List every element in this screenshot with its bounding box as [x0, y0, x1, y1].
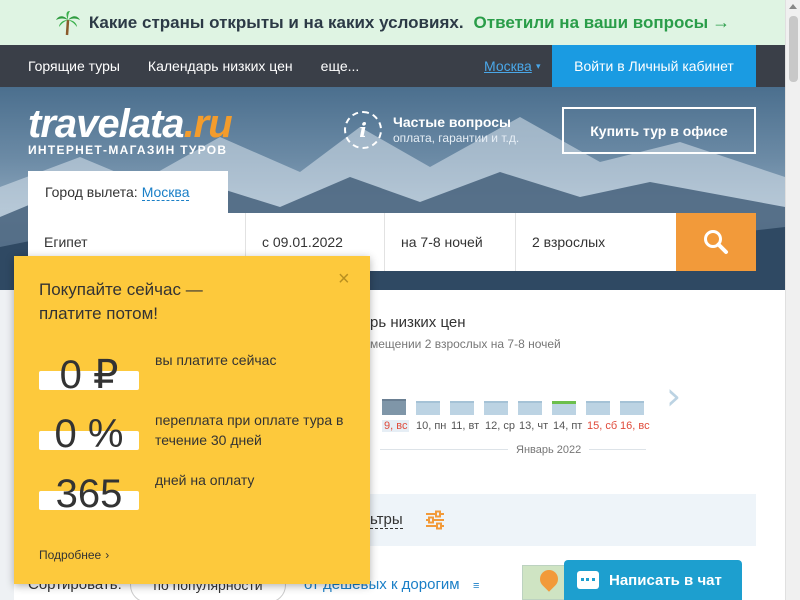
filters-toggle[interactable]: ьтры [370, 511, 403, 529]
amount-description: переплата при оплате тура в течение 30 д… [155, 412, 344, 448]
calendar-day[interactable]: 11, вт [451, 420, 479, 432]
amount-description: дней на оплату [155, 472, 255, 488]
buy-in-office-button[interactable]: Купить тур в офисе [562, 107, 756, 154]
scrollbar[interactable] [785, 0, 800, 600]
calendar-subtitle: мещении 2 взрослых на 7-8 ночей [370, 337, 561, 351]
calendar-bar[interactable] [620, 401, 644, 415]
top-nav: Горящие туры Календарь низких цен еще...… [0, 45, 785, 87]
logo-text: travelata [28, 102, 185, 146]
departure-city-link[interactable]: Москва [141, 184, 190, 201]
nights-field[interactable]: на 7-8 ночей [385, 213, 516, 271]
arrow-right-icon: → [712, 12, 731, 32]
promo-text: Какие страны открыты и на каких условиях… [88, 12, 464, 32]
chat-label: Написать в чат [609, 571, 722, 589]
chat-icon [577, 571, 599, 589]
site-logo[interactable]: travelata.ru [28, 102, 233, 147]
amount-description: вы платите сейчас [155, 352, 277, 368]
nav-item-more[interactable]: еще... [321, 58, 360, 74]
calendar-bar[interactable] [450, 401, 474, 415]
calendar-day[interactable]: 15, сб [587, 420, 617, 432]
calendar-bars [380, 399, 650, 421]
calendar-day[interactable]: 13, чт [519, 420, 548, 432]
calendar-bar[interactable] [416, 401, 440, 415]
chevron-down-icon[interactable]: ▾ [536, 61, 541, 72]
more-link[interactable]: Подробнее › [39, 548, 109, 562]
calendar-day[interactable]: 16, вс [620, 420, 650, 432]
departure-label: Город вылета: [45, 184, 138, 200]
logo-tagline: ИНТЕРНЕТ-МАГАЗИН ТУРОВ [28, 143, 228, 157]
calendar-day[interactable]: 10, пн [416, 420, 446, 432]
promo-link[interactable]: Ответили на ваши вопросы [474, 13, 709, 33]
faq-subtitle: оплата, гарантии и т.д. [393, 131, 520, 145]
search-icon [704, 230, 728, 254]
city-selector[interactable]: Москва [484, 58, 532, 74]
calendar-bar[interactable] [382, 399, 406, 415]
popup-title: Покупайте сейчас — платите потом! [39, 280, 203, 323]
amount-value: 365 [55, 472, 123, 516]
chat-button[interactable]: Написать в чат [564, 560, 742, 600]
close-icon[interactable]: × [338, 268, 350, 291]
amount-value: 0 ₽ [59, 353, 119, 397]
logo-tld: .ru [183, 102, 233, 146]
scrollbar-thumb[interactable] [789, 16, 798, 82]
calendar-next-icon[interactable]: › [666, 376, 688, 416]
chevron-right-icon: › [105, 548, 110, 562]
more-label: Подробнее [39, 548, 102, 562]
info-icon[interactable]: i [344, 111, 382, 149]
palm-tree-icon [55, 10, 80, 35]
calendar-bar[interactable] [552, 401, 576, 415]
calendar-month: Январь 2022 [508, 444, 590, 456]
faq-title[interactable]: Частые вопросы [393, 114, 511, 130]
nav-item-hot-tours[interactable]: Горящие туры [28, 58, 120, 74]
calendar-day[interactable]: 14, пт [553, 420, 582, 432]
calendar-title: рь низких цен [370, 314, 466, 331]
scroll-up-icon[interactable] [789, 4, 797, 9]
calendar-day[interactable]: 12, ср [485, 420, 515, 432]
search-button[interactable] [676, 213, 756, 271]
sort-icon: ≡ [473, 580, 480, 592]
login-button[interactable]: Войти в Личный кабинет [552, 45, 756, 87]
nav-item-low-price-calendar[interactable]: Календарь низких цен [148, 58, 293, 74]
guests-field[interactable]: 2 взрослых [516, 213, 676, 271]
promo-banner[interactable]: Какие страны открыты и на каких условиях… [0, 0, 785, 45]
calendar-day[interactable]: 9, вс [382, 420, 410, 432]
calendar-bar[interactable] [518, 401, 542, 415]
calendar-bar[interactable] [586, 401, 610, 415]
departure-city-tab: Город вылета: Москва [28, 171, 228, 213]
amount-value: 0 % [54, 412, 124, 456]
calendar-bar[interactable] [484, 401, 508, 415]
filters-icon[interactable] [424, 509, 446, 531]
